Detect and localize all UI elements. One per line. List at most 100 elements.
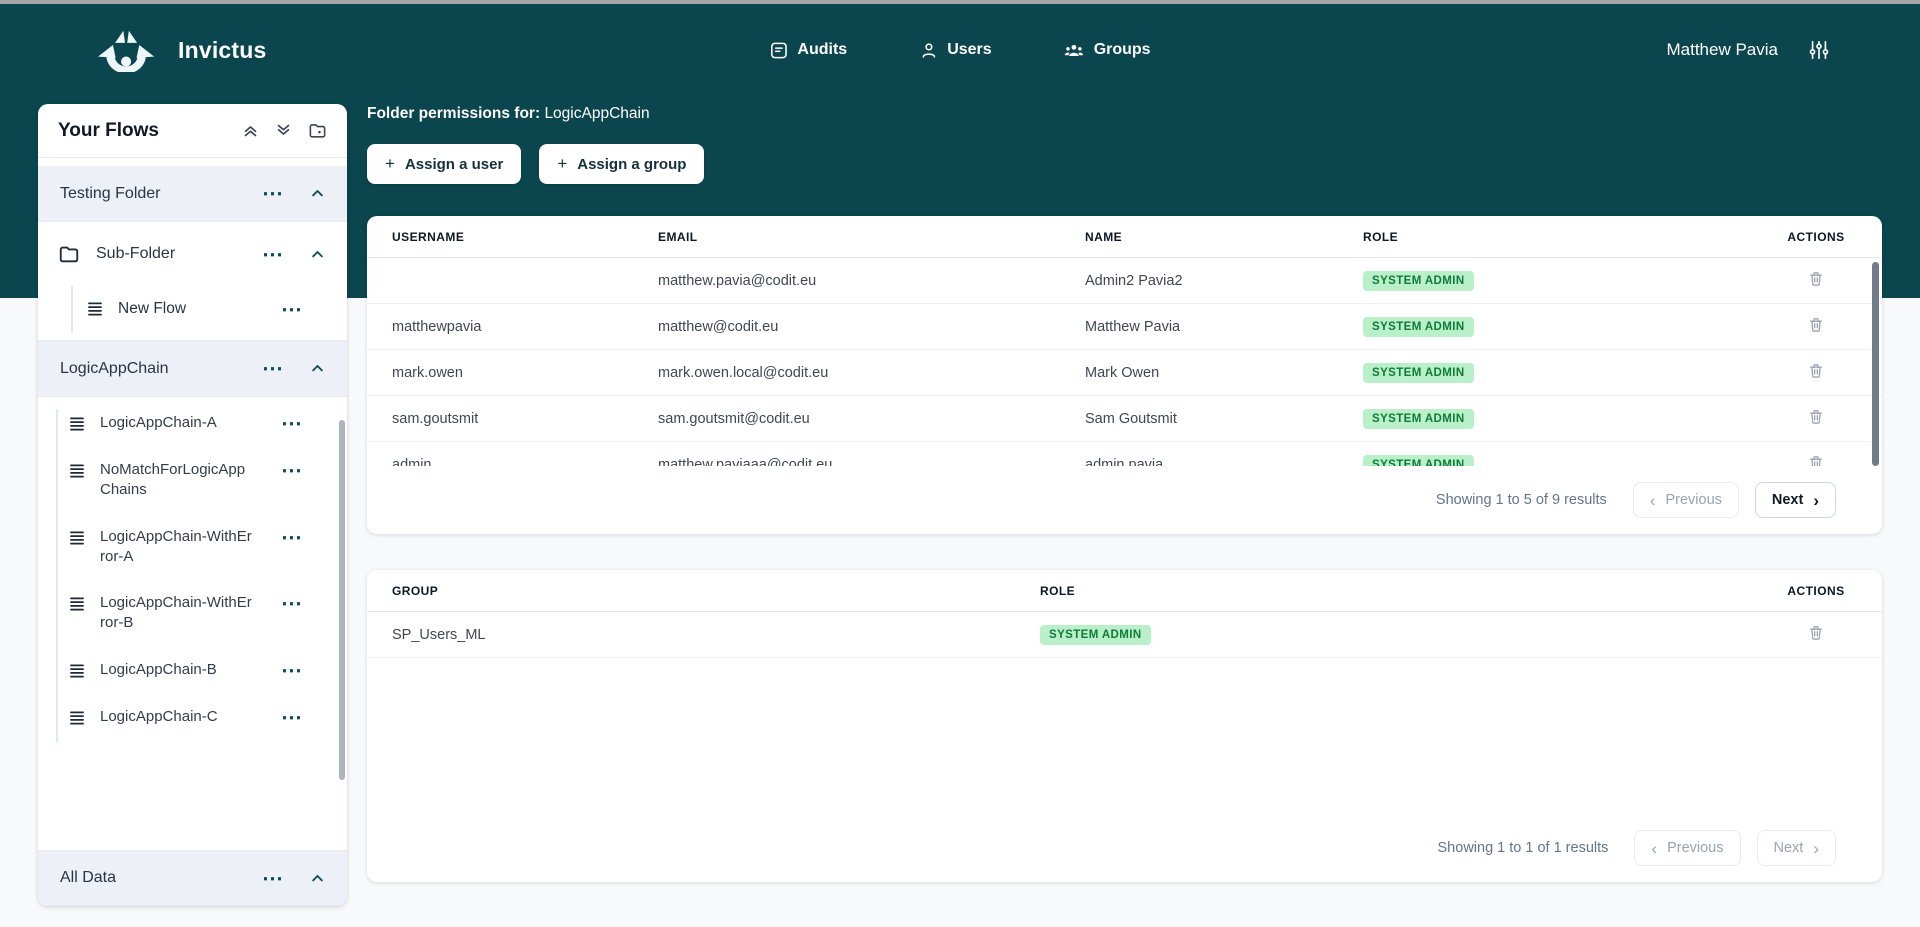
plus-icon: + — [385, 154, 395, 174]
chevron-up-icon[interactable] — [310, 361, 325, 376]
app-screen: Invictus Audits User — [0, 0, 1920, 927]
role-badge: SYSTEM ADMIN — [1363, 317, 1474, 337]
page-title-value: LogicAppChain — [544, 105, 649, 122]
delete-icon[interactable] — [1808, 408, 1824, 425]
more-options-icon[interactable]: ⋯ — [281, 660, 303, 681]
chevron-up-icon[interactable] — [310, 871, 325, 886]
cell-role: SYSTEM ADMIN — [1363, 455, 1778, 467]
cell-group: SP_Users_ML — [367, 627, 1040, 643]
delete-icon[interactable] — [1808, 624, 1824, 641]
collapse-all-icon[interactable] — [242, 122, 259, 139]
sidebar-item-testing-folder[interactable]: Testing Folder ⋯ — [38, 166, 347, 222]
more-options-icon[interactable]: ⋯ — [262, 358, 284, 379]
delete-icon[interactable] — [1808, 270, 1824, 287]
sidebar-scrollbar[interactable] — [339, 420, 345, 780]
table-row: mark.owen mark.owen.local@codit.eu Mark … — [367, 350, 1882, 396]
sidebar-item-all-data[interactable]: All Data ⋯ — [38, 850, 347, 906]
assign-user-button[interactable]: + Assign a user — [367, 144, 521, 184]
previous-label: Previous — [1665, 492, 1721, 508]
col-name: NAME — [1085, 230, 1363, 244]
cell-name: Sam Goutsmit — [1085, 411, 1363, 427]
more-options-icon[interactable]: ⋯ — [281, 299, 303, 320]
more-options-icon[interactable]: ⋯ — [281, 413, 303, 434]
flow-label: LogicAppChain-A — [100, 413, 252, 433]
flow-label: NoMatchForLogicAppChains — [100, 460, 252, 501]
flow-label: New Flow — [118, 300, 186, 318]
users-table-header: USERNAME EMAIL NAME ROLE ACTIONS — [367, 216, 1882, 258]
sidebar-item-flow[interactable]: LogicAppChain-B ⋯ — [38, 654, 347, 687]
sidebar-item-new-flow[interactable]: New Flow ⋯ — [38, 284, 347, 334]
assign-group-label: Assign a group — [577, 156, 686, 173]
cell-email: matthew@codit.eu — [658, 319, 1085, 335]
users-table-scrollbar[interactable] — [1872, 262, 1879, 466]
col-actions: ACTIONS — [1778, 584, 1882, 598]
delete-icon[interactable] — [1808, 362, 1824, 379]
chevron-up-icon[interactable] — [310, 247, 325, 262]
more-options-icon[interactable]: ⋯ — [281, 593, 303, 614]
cell-username: admin — [367, 457, 658, 467]
next-button[interactable]: Next › — [1757, 830, 1837, 866]
users-pagination: Showing 1 to 5 of 9 results ‹ Previous N… — [367, 466, 1882, 534]
cell-role: SYSTEM ADMIN — [1363, 363, 1778, 383]
folder-label: LogicAppChain — [60, 360, 169, 378]
chevron-left-icon: ‹ — [1651, 840, 1657, 857]
table-row: admin matthew.paviaaa@codit.eu admin pav… — [367, 442, 1882, 466]
nav-label: Groups — [1094, 41, 1151, 59]
table-row: sam.goutsmit sam.goutsmit@codit.eu Sam G… — [367, 396, 1882, 442]
brand[interactable]: Invictus — [96, 28, 267, 72]
add-folder-icon[interactable] — [308, 121, 327, 140]
cell-actions — [1778, 408, 1882, 429]
cell-role: SYSTEM ADMIN — [1363, 317, 1778, 337]
more-options-icon[interactable]: ⋯ — [262, 183, 284, 204]
cell-actions — [1778, 624, 1882, 645]
role-badge: SYSTEM ADMIN — [1363, 363, 1474, 383]
sidebar-item-logicappchain[interactable]: LogicAppChain ⋯ — [38, 341, 347, 397]
sidebar-item-flow[interactable]: LogicAppChain-A ⋯ — [38, 407, 347, 440]
nav-item-users[interactable]: Users — [919, 41, 991, 60]
cell-actions — [1778, 362, 1882, 383]
folder-icon — [58, 243, 80, 265]
cell-actions — [1778, 270, 1882, 291]
cell-email: matthew.pavia@codit.eu — [658, 273, 1085, 289]
more-options-icon[interactable]: ⋯ — [281, 527, 303, 548]
next-button[interactable]: Next › — [1755, 482, 1836, 518]
settings-sliders-icon[interactable] — [1808, 39, 1830, 61]
more-options-icon[interactable]: ⋯ — [262, 868, 284, 889]
cell-username: sam.goutsmit — [367, 411, 658, 427]
empty-space — [367, 658, 1882, 814]
nav-item-audits[interactable]: Audits — [769, 41, 847, 60]
sidebar-item-flow[interactable]: LogicAppChain-WithError-A ⋯ — [38, 521, 347, 574]
main-nav: Audits Users — [769, 41, 1150, 60]
cell-name: admin pavia — [1085, 457, 1363, 467]
nav-label: Users — [947, 41, 991, 59]
next-label: Next — [1772, 492, 1803, 508]
assign-group-button[interactable]: + Assign a group — [539, 144, 704, 184]
sidebar-item-flow[interactable]: NoMatchForLogicAppChains ⋯ — [38, 454, 347, 507]
sidebar-item-sub-folder[interactable]: Sub-Folder ⋯ — [38, 228, 347, 280]
cell-role: SYSTEM ADMIN — [1363, 271, 1778, 291]
cell-actions — [1778, 316, 1882, 337]
cell-username: matthewpavia — [367, 319, 658, 335]
sidebar-item-flow[interactable]: LogicAppChain-WithError-B ⋯ — [38, 587, 347, 640]
col-username: USERNAME — [367, 230, 658, 244]
nav-item-groups[interactable]: Groups — [1064, 41, 1151, 60]
group-permissions-card: GROUP ROLE ACTIONS SP_Users_ML SYSTEM AD… — [367, 570, 1882, 882]
cell-email: sam.goutsmit@codit.eu — [658, 411, 1085, 427]
sidebar-item-flow[interactable]: LogicAppChain-C ⋯ — [38, 701, 347, 734]
col-role: ROLE — [1040, 584, 1778, 598]
previous-button[interactable]: ‹ Previous — [1634, 830, 1740, 866]
expand-all-icon[interactable] — [275, 122, 292, 139]
results-summary: Showing 1 to 1 of 1 results — [1438, 840, 1609, 856]
delete-icon[interactable] — [1808, 454, 1824, 466]
more-options-icon[interactable]: ⋯ — [262, 244, 284, 265]
current-user-name[interactable]: Matthew Pavia — [1667, 40, 1779, 60]
flow-label: LogicAppChain-WithError-A — [100, 527, 252, 568]
delete-icon[interactable] — [1808, 316, 1824, 333]
cell-email: matthew.paviaaa@codit.eu — [658, 457, 1085, 467]
cell-role: SYSTEM ADMIN — [1040, 625, 1778, 645]
table-row: matthewpavia matthew@codit.eu Matthew Pa… — [367, 304, 1882, 350]
more-options-icon[interactable]: ⋯ — [281, 707, 303, 728]
more-options-icon[interactable]: ⋯ — [281, 460, 303, 481]
chevron-up-icon[interactable] — [310, 186, 325, 201]
previous-button[interactable]: ‹ Previous — [1633, 482, 1739, 518]
